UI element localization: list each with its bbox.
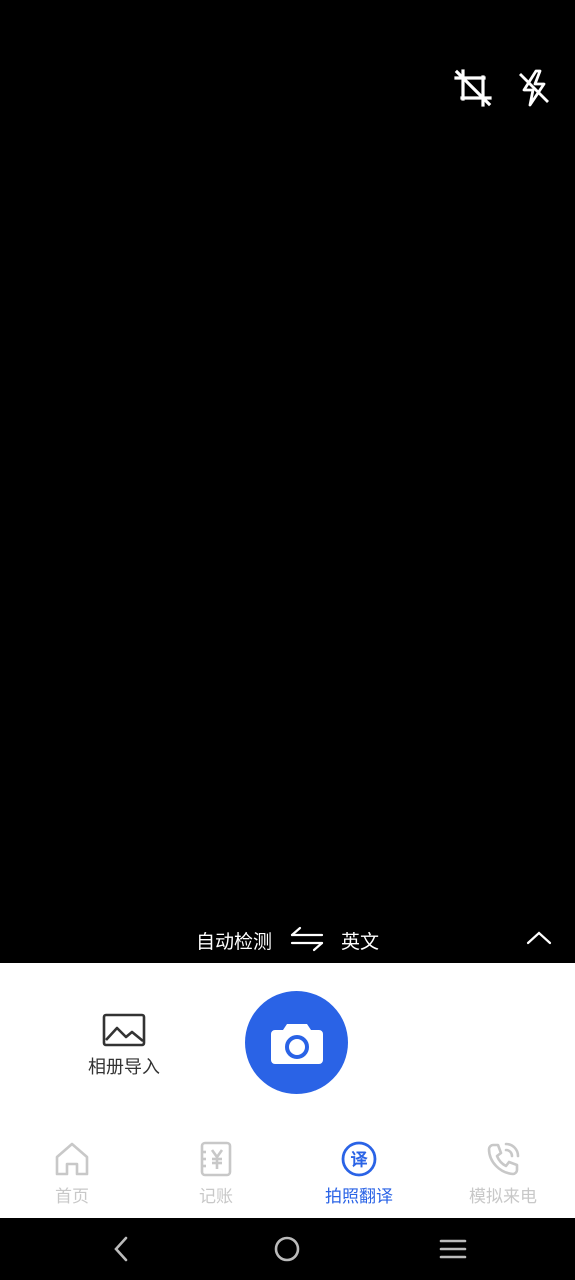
crop-icon[interactable]	[453, 68, 493, 108]
translate-icon: 译	[341, 1141, 377, 1177]
tab-photo-translate[interactable]: 译 拍照翻译	[309, 1140, 409, 1218]
home-icon	[55, 1142, 89, 1176]
back-icon[interactable]	[107, 1234, 137, 1264]
camera-viewfinder[interactable]	[0, 0, 575, 963]
chevron-up-icon[interactable]	[525, 924, 553, 952]
source-language[interactable]: 自动检测	[196, 927, 272, 954]
gallery-import-button[interactable]: 相册导入	[78, 1013, 170, 1083]
target-language[interactable]: 英文	[341, 927, 379, 954]
tab-label: 记账	[199, 1187, 233, 1207]
flash-off-icon[interactable]	[514, 68, 554, 108]
bottom-tab-bar: 首页 记账 译 拍照翻译 模拟来电	[0, 1140, 575, 1218]
gallery-import-label: 相册导入	[88, 1057, 160, 1078]
menu-icon[interactable]	[438, 1234, 468, 1264]
tab-label: 首页	[55, 1187, 89, 1207]
phone-call-icon	[487, 1142, 520, 1176]
home-button-icon[interactable]	[272, 1234, 302, 1264]
tab-label: 模拟来电	[469, 1187, 537, 1207]
tab-home[interactable]: 首页	[22, 1140, 122, 1218]
svg-text:译: 译	[351, 1151, 369, 1171]
swap-languages-icon[interactable]	[290, 924, 324, 954]
shutter-button[interactable]	[245, 991, 348, 1094]
language-selector-bar: 自动检测 英文	[0, 918, 575, 962]
tab-simulated-call[interactable]: 模拟来电	[453, 1140, 553, 1218]
camera-icon	[270, 1023, 323, 1064]
system-navigation-bar	[0, 1218, 575, 1280]
image-icon	[102, 1013, 146, 1047]
tab-label: 拍照翻译	[325, 1187, 393, 1207]
yen-ledger-icon	[200, 1141, 232, 1177]
tab-bookkeeping[interactable]: 记账	[166, 1140, 266, 1218]
